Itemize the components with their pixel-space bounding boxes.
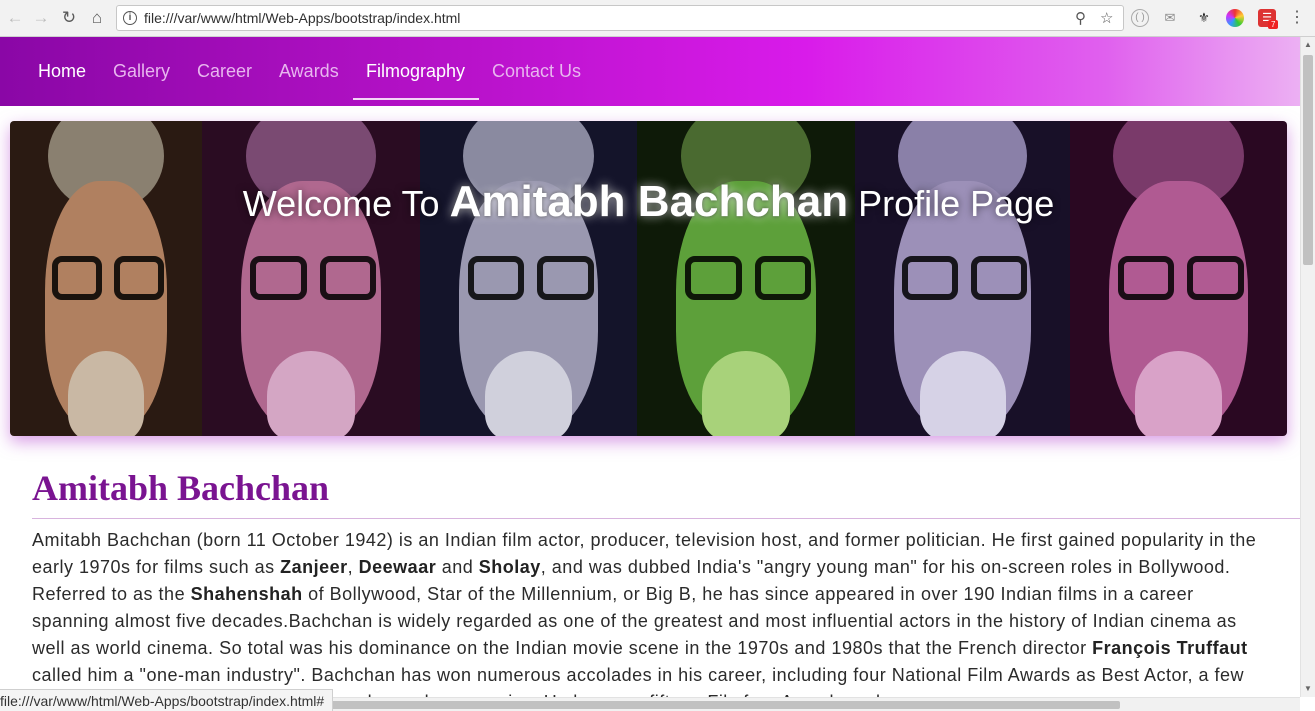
- portrait-panel-green: [637, 121, 855, 436]
- bio-highlight: Zanjeer: [280, 557, 348, 577]
- nav-home[interactable]: Home: [38, 61, 86, 82]
- portrait-panel-magenta: [1070, 121, 1287, 436]
- bio-paragraph: Amitabh Bachchan (born 11 October 1942) …: [32, 527, 1272, 711]
- browser-toolbar: ← → ↻ ⌂ i file:///var/www/html/Web-Apps/…: [0, 0, 1315, 37]
- nav-awards[interactable]: Awards: [279, 61, 339, 82]
- bio-highlight: François Truffaut: [1092, 638, 1248, 658]
- bio-highlight: Shahenshah: [190, 584, 303, 604]
- reload-icon[interactable]: ↻: [59, 8, 79, 28]
- extension-badge-count: 7: [1268, 20, 1279, 29]
- extension-gnome-icon[interactable]: ⚜: [1195, 9, 1213, 27]
- extension-envelope-icon[interactable]: ✉: [1161, 9, 1179, 27]
- bookmark-star-icon[interactable]: ☆: [1100, 9, 1113, 27]
- banner-title-suffix: Profile Page: [858, 183, 1055, 224]
- menu-icon[interactable]: ⋮: [1288, 9, 1306, 27]
- bio-highlight: Sholay: [478, 557, 541, 577]
- heading-divider: [32, 518, 1300, 519]
- nav-gallery[interactable]: Gallery: [113, 61, 170, 82]
- back-icon[interactable]: ←: [5, 8, 25, 28]
- portrait-panel-lavender: [855, 121, 1070, 436]
- banner-title-name: Amitabh Bachchan: [449, 177, 849, 226]
- forward-icon[interactable]: →: [31, 8, 51, 28]
- info-icon[interactable]: i: [123, 11, 137, 25]
- bio-highlight: Deewaar: [358, 557, 437, 577]
- site-navbar: Home Gallery Career Awards Filmography C…: [0, 37, 1300, 106]
- zoom-icon[interactable]: ⚲: [1075, 9, 1086, 27]
- hero-banner: Welcome To Amitabh Bachchan Profile Page: [10, 121, 1287, 436]
- nav-career[interactable]: Career: [197, 61, 252, 82]
- nav-filmography[interactable]: Filmography: [366, 61, 465, 82]
- extension-circle-icon[interactable]: ( ): [1131, 9, 1149, 27]
- portrait-panel-sepia: [10, 121, 202, 436]
- nav-contact-us[interactable]: Contact Us: [492, 61, 581, 82]
- address-text[interactable]: file:///var/www/html/Web-Apps/bootstrap/…: [144, 10, 460, 26]
- home-icon[interactable]: ⌂: [87, 8, 107, 28]
- banner-title-prefix: Welcome To: [242, 183, 440, 224]
- horizontal-scroll-thumb[interactable]: [300, 701, 1120, 709]
- address-bar[interactable]: i file:///var/www/html/Web-Apps/bootstra…: [116, 5, 1124, 31]
- banner-title: Welcome To Amitabh Bachchan Profile Page: [10, 177, 1287, 227]
- active-nav-underline: [353, 98, 479, 100]
- page-heading: Amitabh Bachchan: [32, 468, 330, 508]
- scroll-up-icon[interactable]: ▲: [1304, 40, 1312, 49]
- status-bar-url: file:///var/www/html/Web-Apps/bootstrap/…: [0, 689, 334, 711]
- vertical-scrollbar[interactable]: ▲ ▼: [1300, 37, 1315, 697]
- portrait-panel-grey: [420, 121, 637, 436]
- vertical-scroll-thumb[interactable]: [1303, 55, 1313, 265]
- portrait-panel-pink: [202, 121, 420, 436]
- scroll-down-icon[interactable]: ▼: [1304, 684, 1312, 693]
- extension-colorwheel-icon[interactable]: [1226, 9, 1244, 27]
- bio-text: ,: [347, 557, 359, 577]
- bio-text: and: [436, 557, 479, 577]
